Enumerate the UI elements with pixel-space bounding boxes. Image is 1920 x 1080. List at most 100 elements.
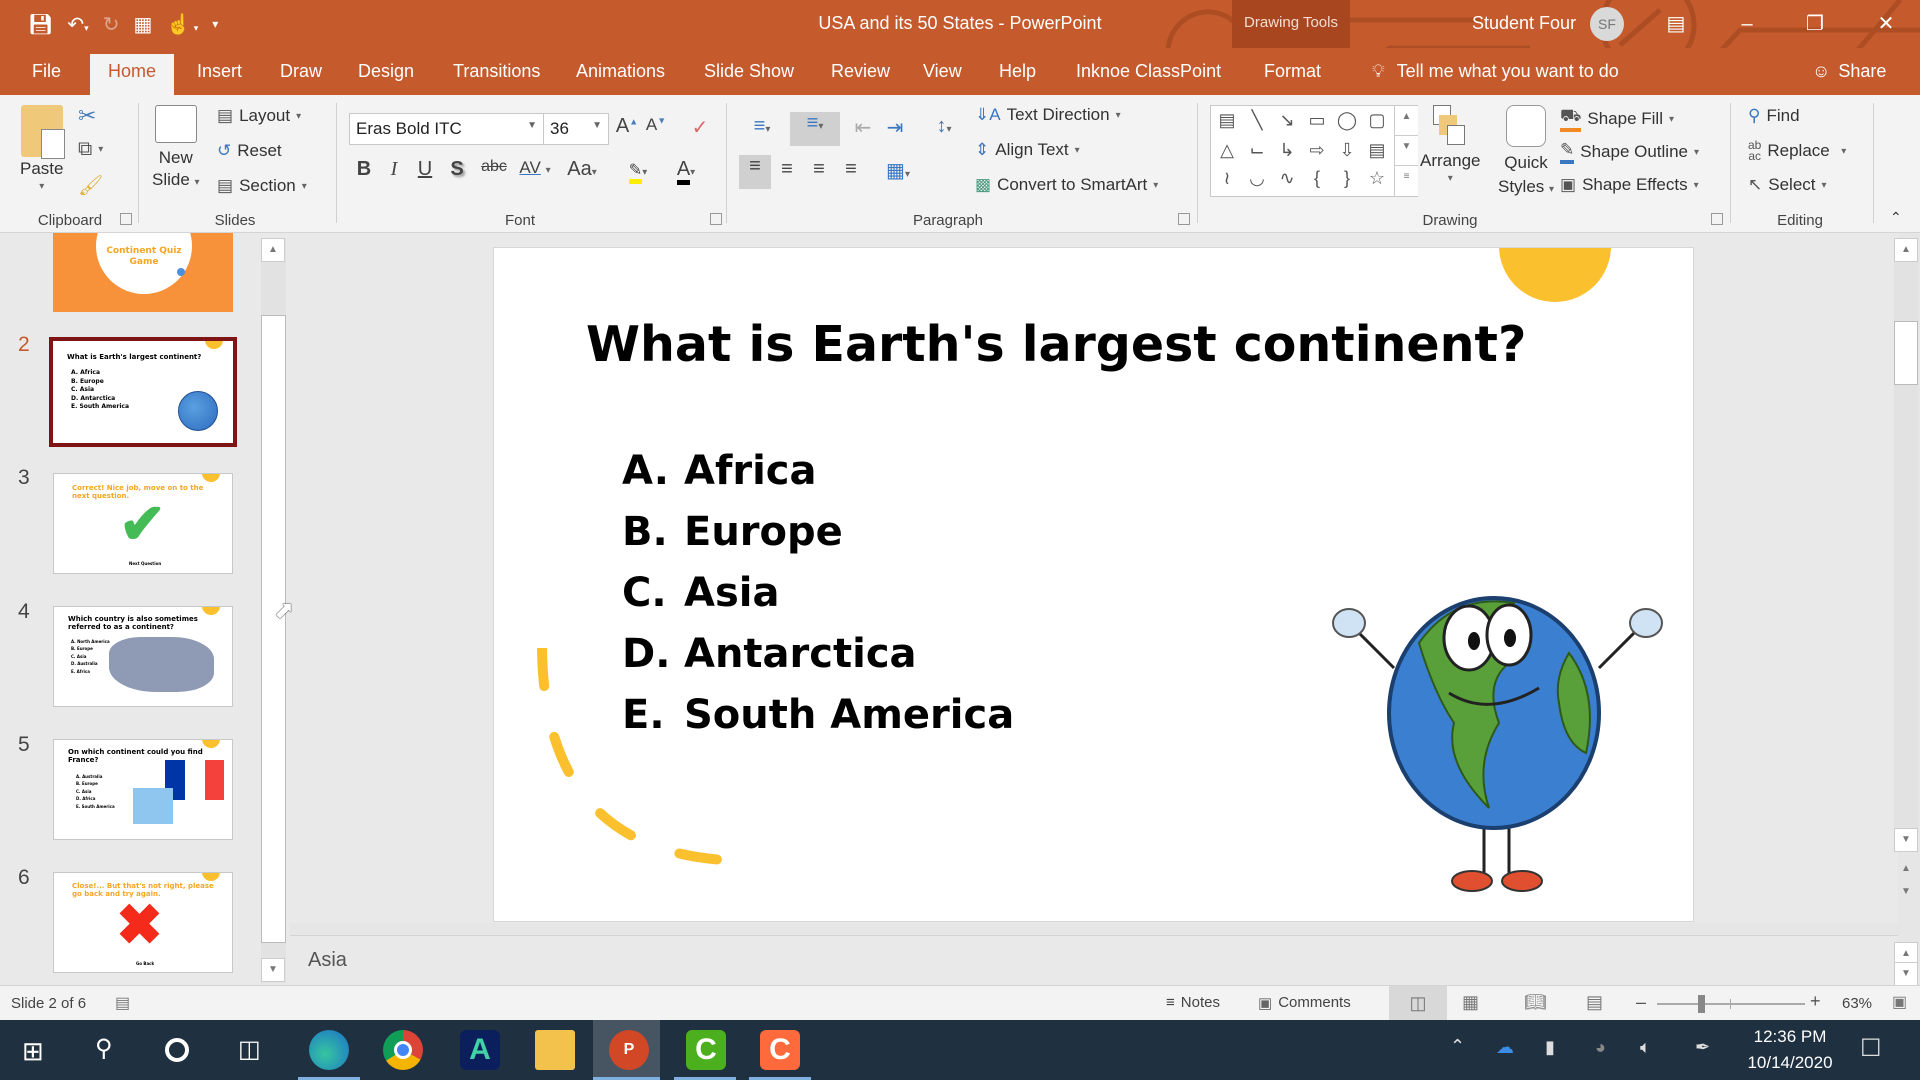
line-spacing-button[interactable]: ↕▾: [922, 115, 966, 138]
freeform-shape-icon[interactable]: ≀: [1213, 168, 1241, 189]
select-button[interactable]: ↖ Select ▾: [1748, 175, 1827, 195]
restore-button[interactable]: ❐: [1795, 8, 1835, 40]
text-direction-button[interactable]: ⇓A Text Direction ▾: [975, 105, 1121, 125]
triangle-shape-icon[interactable]: △: [1213, 140, 1241, 161]
cartoon-earth-image[interactable]: [1324, 583, 1669, 903]
normal-view-button[interactable]: ◫: [1389, 986, 1447, 1020]
bullets-button[interactable]: ≡▾: [740, 115, 784, 138]
answer-option[interactable]: E. South America: [622, 692, 1014, 738]
shape-fill-button[interactable]: ⛟ Shape Fill ▾: [1560, 106, 1674, 132]
ribbon-display-options-button[interactable]: ▤: [1656, 8, 1696, 40]
tab-transitions[interactable]: Transitions: [453, 61, 540, 82]
scroll-down-button[interactable]: ▼: [1894, 828, 1918, 852]
numbering-button[interactable]: ≡▾: [790, 112, 840, 146]
decrease-font-size-button[interactable]: A▼: [641, 115, 671, 135]
user-name[interactable]: Student Four: [1472, 13, 1576, 34]
wifi-tray-icon[interactable]: ◕: [1595, 1037, 1606, 1058]
zoom-out-button[interactable]: –: [1636, 992, 1646, 1013]
italic-button[interactable]: I: [379, 158, 409, 181]
elbow-arrow-shape-icon[interactable]: ↳: [1273, 140, 1301, 161]
activinspire-taskbar-icon[interactable]: A: [460, 1030, 500, 1070]
align-left-button[interactable]: ≡: [739, 155, 771, 189]
camtasia-taskbar-icon[interactable]: C: [686, 1030, 726, 1070]
drawing-dialog-launcher[interactable]: [1711, 213, 1723, 225]
arrange-button[interactable]: Arrange ▾: [1420, 105, 1480, 184]
reset-button[interactable]: ↺ Reset: [217, 141, 282, 161]
zoom-slider[interactable]: [1657, 995, 1805, 1013]
new-slide-button[interactable]: New Slide ▾: [152, 105, 200, 194]
font-name-combo[interactable]: Eras Bold ITC ▼: [349, 113, 544, 145]
increase-font-size-button[interactable]: A▲: [612, 115, 642, 138]
rounded-rectangle-shape-icon[interactable]: ▢: [1363, 110, 1391, 131]
zoom-level[interactable]: 63%: [1842, 995, 1872, 1012]
next-slide-button[interactable]: ▼: [1894, 881, 1918, 905]
answer-option[interactable]: C. Asia: [622, 570, 779, 616]
curve-shape-icon[interactable]: ∿: [1273, 168, 1301, 189]
zoom-in-button[interactable]: +: [1810, 991, 1821, 1012]
clear-formatting-button[interactable]: ✓: [685, 115, 715, 140]
format-painter-button[interactable]: 🖌︎: [78, 173, 103, 198]
windows-start-button[interactable]: ⊞: [22, 1036, 44, 1067]
scroll-down-button[interactable]: ▼: [261, 958, 285, 982]
shape-outline-button[interactable]: ✎ Shape Outline ▾: [1560, 140, 1699, 164]
decrease-indent-button[interactable]: ⇤: [848, 115, 878, 140]
reading-view-button[interactable]: 📖︎: [1524, 992, 1547, 1013]
align-text-button[interactable]: ⇕ Align Text ▾: [975, 140, 1080, 160]
slide-thumbnail-2[interactable]: What is Earth's largest continent? A. Af…: [49, 337, 237, 447]
find-button[interactable]: ⚲ Find: [1748, 106, 1800, 126]
tab-review[interactable]: Review: [831, 61, 890, 82]
scrollbar-thumb[interactable]: [261, 315, 286, 943]
task-view-button[interactable]: ◫: [238, 1035, 261, 1064]
answer-option[interactable]: D. Antarctica: [622, 631, 917, 677]
share-button[interactable]: ☺ Share: [1812, 61, 1886, 82]
spelling-check-icon[interactable]: ▤: [115, 993, 130, 1013]
right-brace-shape-icon[interactable]: }: [1333, 168, 1361, 189]
shape-effects-button[interactable]: ▣ Shape Effects ▾: [1560, 175, 1699, 195]
comments-button[interactable]: ▣ Comments: [1258, 994, 1351, 1012]
clock[interactable]: 12:36 PM 10/14/2020: [1740, 1024, 1840, 1076]
onedrive-tray-icon[interactable]: ☁: [1496, 1037, 1514, 1058]
paste-button[interactable]: Paste ▾: [20, 105, 65, 192]
tab-draw[interactable]: Draw: [280, 61, 322, 82]
answer-option[interactable]: A. Africa: [622, 448, 817, 494]
down-arrow-shape-icon[interactable]: ⇩: [1333, 140, 1361, 161]
slide-thumbnail-1[interactable]: Continent Quiz Game: [53, 233, 233, 312]
underline-button[interactable]: U: [410, 158, 440, 181]
tell-me-box[interactable]: 💡︎ Tell me what you want to do: [1372, 61, 1619, 82]
battery-tray-icon[interactable]: ▮: [1545, 1037, 1555, 1058]
file-explorer-taskbar-icon[interactable]: [535, 1030, 575, 1070]
bold-button[interactable]: B: [349, 158, 379, 181]
star-shape-icon[interactable]: ☆: [1363, 168, 1391, 189]
gallery-scroll-down[interactable]: ▼: [1394, 136, 1418, 166]
tab-file[interactable]: File: [32, 61, 61, 82]
notes-pane[interactable]: Asia ▲ ▼: [290, 935, 1918, 986]
left-brace-shape-icon[interactable]: {: [1303, 168, 1331, 189]
oval-shape-icon[interactable]: ◯: [1333, 110, 1361, 131]
slide-thumbnail-5[interactable]: On which continent could you find France…: [53, 739, 233, 840]
volume-tray-icon[interactable]: 🔈︎: [1640, 1037, 1651, 1058]
paragraph-dialog-launcher[interactable]: [1178, 213, 1190, 225]
fit-to-window-button[interactable]: ▣: [1892, 992, 1907, 1012]
notes-scroll-down[interactable]: ▼: [1894, 962, 1918, 986]
tab-slide-show[interactable]: Slide Show: [704, 61, 794, 82]
notes-button[interactable]: ≡ Notes: [1166, 994, 1220, 1011]
tab-help[interactable]: Help: [999, 61, 1036, 82]
font-dialog-launcher[interactable]: [710, 213, 722, 225]
rectangle-shape-icon[interactable]: ▭: [1303, 110, 1331, 131]
scroll-up-button[interactable]: ▲: [1894, 238, 1918, 262]
slide-show-button[interactable]: ▤: [1586, 992, 1603, 1013]
answer-option[interactable]: B. Europe: [622, 509, 843, 555]
show-hidden-icons-button[interactable]: ⌃: [1450, 1036, 1465, 1057]
edge-taskbar-icon[interactable]: [309, 1030, 349, 1070]
notes-text[interactable]: Asia: [308, 949, 347, 972]
columns-button[interactable]: ▦▾: [876, 158, 920, 183]
tab-home[interactable]: Home: [90, 54, 175, 95]
character-spacing-button[interactable]: AV ▾: [514, 158, 556, 178]
gallery-scroll-up[interactable]: ▲: [1394, 106, 1418, 136]
tab-inknoe-classpoint[interactable]: Inknoe ClassPoint: [1076, 61, 1221, 82]
text-shadow-button[interactable]: S: [442, 158, 472, 181]
cortana-button[interactable]: [165, 1038, 189, 1062]
font-size-combo[interactable]: 36 ▼: [543, 113, 609, 145]
arc-shape-icon[interactable]: ◡: [1243, 168, 1271, 189]
justify-button[interactable]: ≡: [836, 158, 866, 181]
